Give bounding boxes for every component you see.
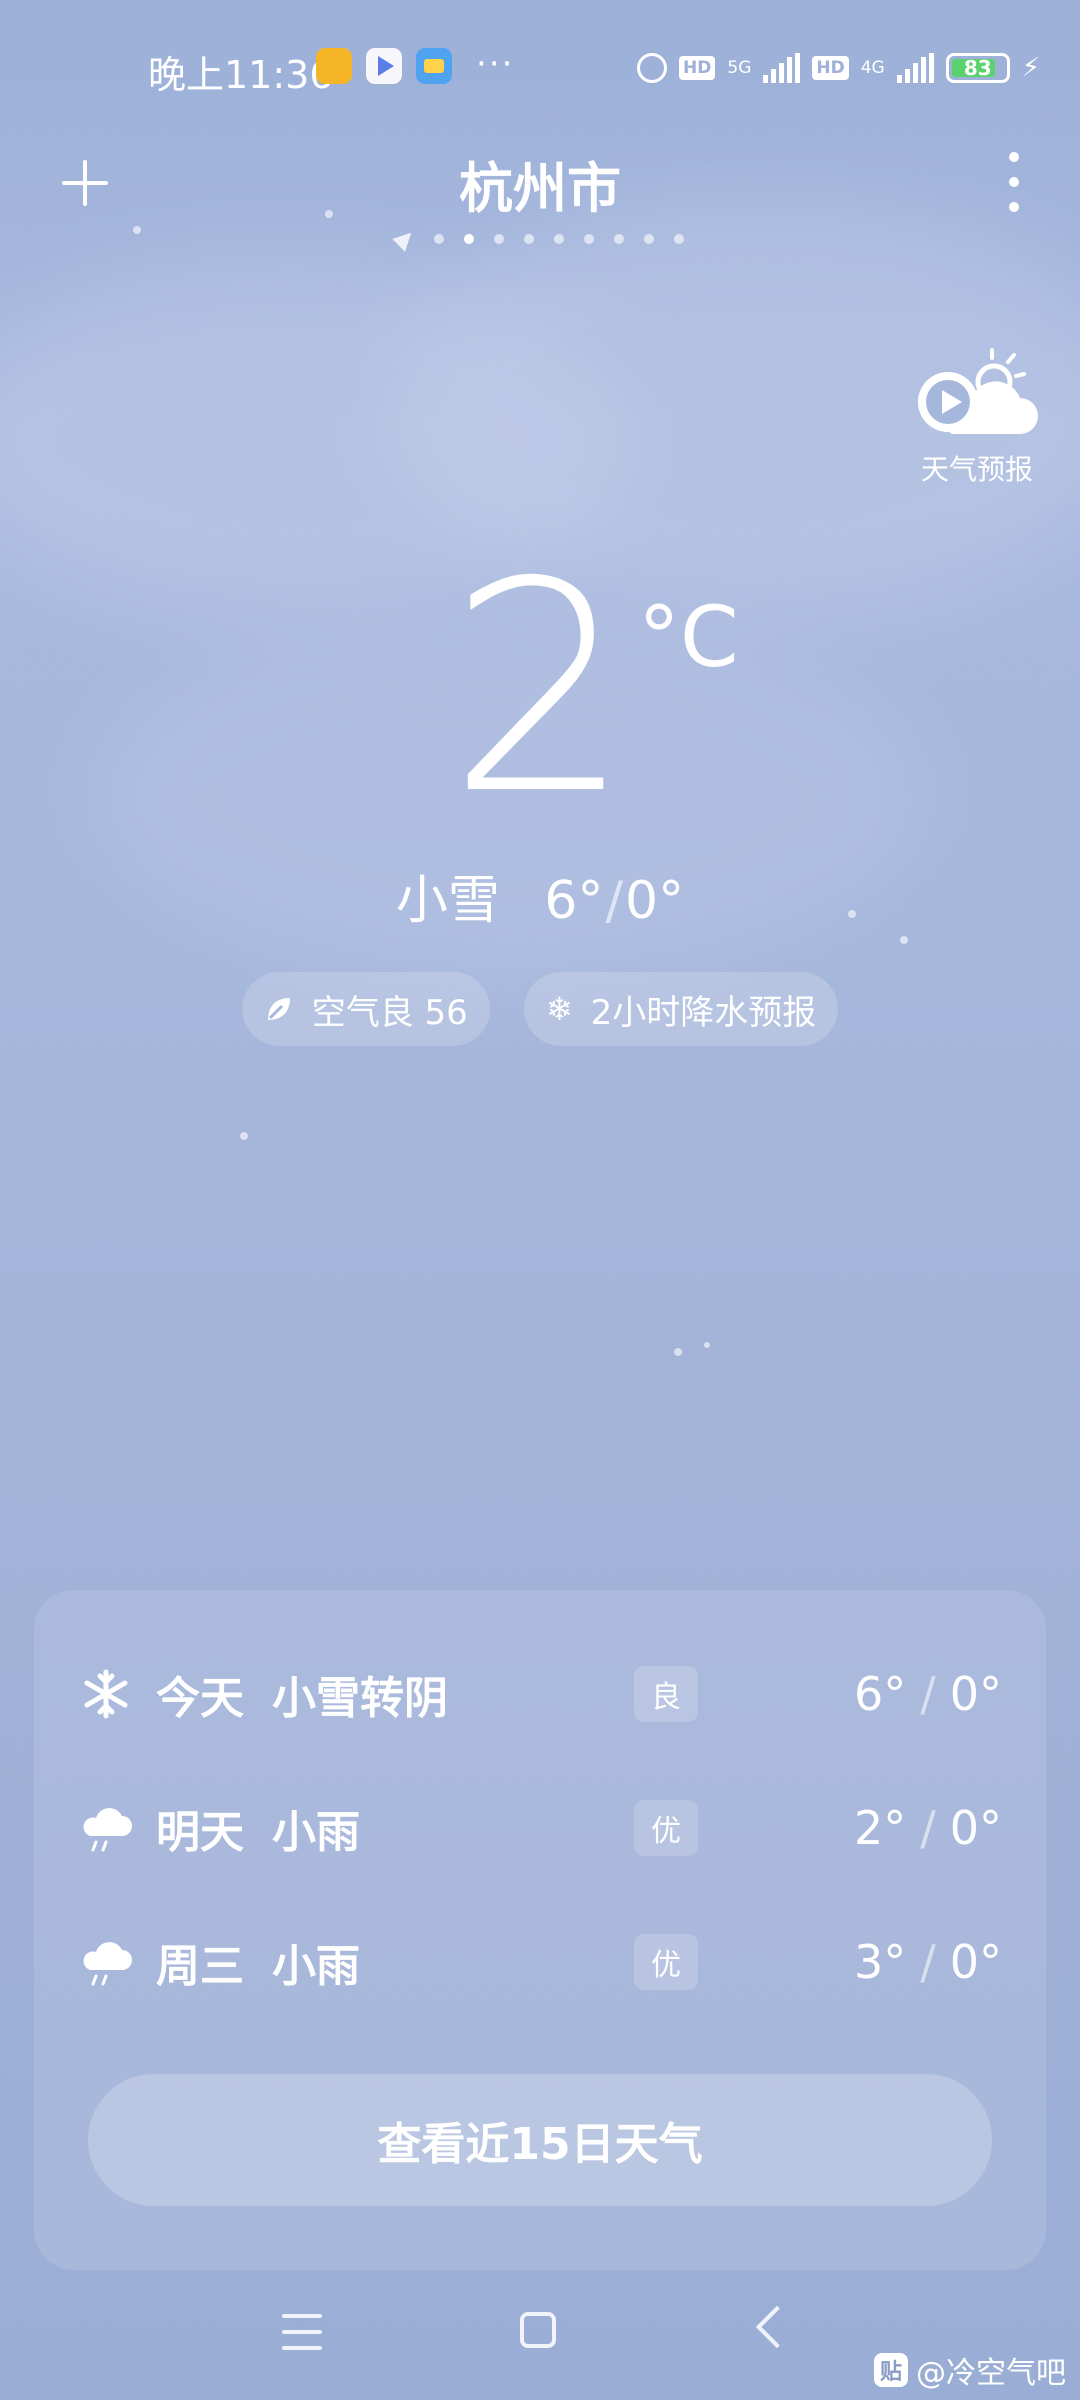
page-dot [464,234,474,244]
wallet-app-icon [416,48,452,84]
info-pills: 空气良 56 ❄ 2小时降水预报 [0,972,1080,1046]
alarm-icon [637,53,668,83]
page-dot [494,234,504,244]
snowflake-icon: ❄ [545,990,573,1028]
battery-icon: 83 [945,53,1010,83]
watermark-text: @冷空气吧 [916,2356,1066,2391]
weather-video-label: 天气预报 [920,453,1033,486]
battery-level: 83 [963,56,992,80]
forecast-temp-range: 2°/0° [853,1801,1002,1855]
current-temperature: 2 [447,521,633,858]
forecast-card: 今天 小雪转阴 良 6°/0° 明天 小雨 优 2°/0° 周三 小雨 优 3°… [34,1590,1046,2270]
location-arrow-icon [392,226,418,252]
snowflake-particle [240,1132,248,1140]
signal-bars-icon [896,53,934,83]
current-condition-line: 小雪 6°/0° [395,871,685,931]
high-temp: 6° [544,871,604,931]
rain-cloud-icon [78,1934,134,1990]
network-type-label: 5G [727,58,752,78]
city-name[interactable]: 杭州市 [0,144,1080,223]
forecast-desc: 小雨 [272,1941,360,1992]
status-time: 晚上11:36 [148,53,334,97]
signal-bars-icon [763,53,801,83]
network-type-label: 4G [860,58,885,78]
back-button[interactable] [755,2305,799,2349]
more-options-button[interactable] [1004,152,1024,212]
home-button[interactable] [520,2312,556,2348]
weibo-app-icon [316,48,352,84]
status-bar: 晚上11:36 ··· HD 5G HD 4G 83 ⚡ [0,0,1080,138]
play-cloud-icon [912,348,1042,444]
charging-icon: ⚡ [1021,53,1040,83]
forecast-day: 明天 [156,1807,244,1858]
page-dot [524,234,534,244]
rain-cloud-icon [78,1800,134,1856]
page-dot [584,234,594,244]
forecast-desc: 小雨 [272,1807,360,1858]
page-dot [434,234,444,244]
weather-video-button[interactable]: 天气预报 [912,348,1042,488]
snowflake-particle [704,1342,710,1348]
page-dot [554,234,564,244]
forecast-day: 周三 [156,1941,244,1992]
leaf-icon [267,998,290,1020]
hd-badge: HD [812,56,849,80]
forecast-desc: 小雪转阴 [272,1673,448,1724]
forecast-temp-range: 6°/0° [853,1667,1002,1721]
forecast-aqi-badge: 优 [634,1934,698,1990]
watermark: 贴 @冷空气吧 [874,2348,1066,2392]
precipitation-label: 2小时降水预报 [590,992,817,1033]
recent-apps-button[interactable] [282,2314,322,2350]
status-indicators: HD 5G HD 4G 83 ⚡ [637,48,1040,88]
temperature-unit: °C [638,588,739,686]
snowflake-particle [900,936,908,944]
page-dot [674,234,684,244]
air-quality-pill[interactable]: 空气良 56 [241,972,490,1046]
city-page-indicator [0,226,1080,252]
video-app-icon [366,48,402,84]
forecast-row[interactable]: 今天 小雪转阴 良 6°/0° [34,1644,1046,1744]
forecast-row[interactable]: 周三 小雨 优 3°/0° [34,1912,1046,2012]
page-dot [644,234,654,244]
forecast-aqi-badge: 良 [634,1666,698,1722]
more-notifications-icon: ··· [476,44,515,84]
hd-badge: HD [679,56,716,80]
tieba-logo-icon: 贴 [874,2353,908,2387]
forecast-aqi-badge: 优 [634,1800,698,1856]
air-quality-label: 空气良 56 [311,992,468,1033]
low-temp: 0° [625,871,685,931]
condition-text: 小雪 [395,871,500,931]
view-15-day-forecast-button[interactable]: 查看近15日天气 [88,2074,992,2206]
forecast-day: 今天 [156,1673,244,1724]
forecast-row[interactable]: 明天 小雨 优 2°/0° [34,1778,1046,1878]
page-dot [614,234,624,244]
precipitation-forecast-pill[interactable]: ❄ 2小时降水预报 [523,972,839,1046]
snowflake-icon [78,1666,134,1722]
forecast-temp-range: 3°/0° [853,1935,1002,1989]
snowflake-particle [674,1348,682,1356]
